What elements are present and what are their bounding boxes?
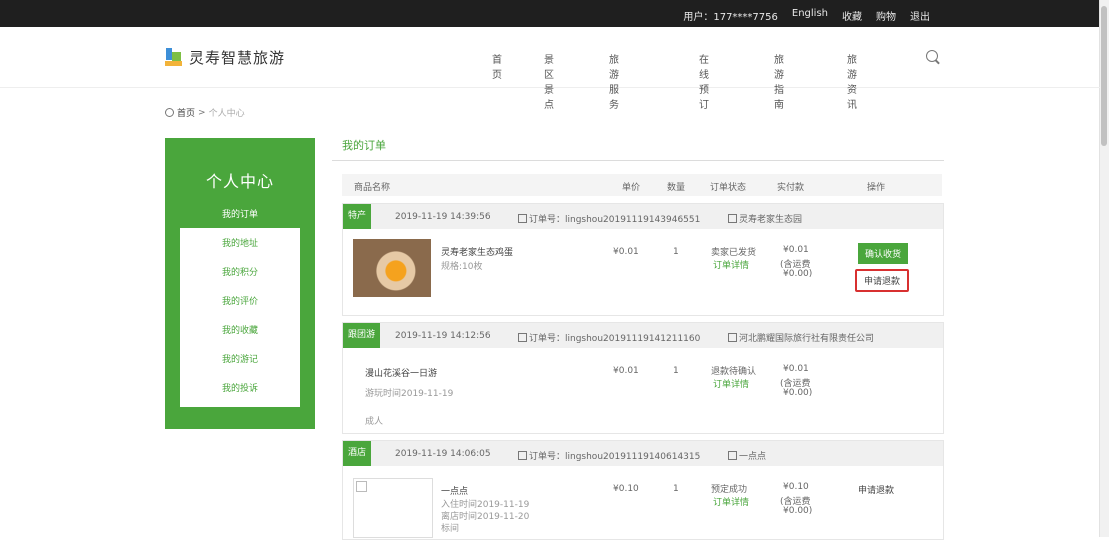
order-status: 预定成功 (711, 485, 748, 495)
order-type-badge: 特产 (343, 204, 372, 229)
order-number: 订单号：lingshou20191119140614315 (518, 449, 700, 462)
quantity: 1 (673, 484, 679, 494)
col-product: 商品名称 (354, 183, 391, 193)
logout-link[interactable]: 退出 (910, 8, 930, 23)
visit-date: 游玩时间2019-11-19 (365, 389, 454, 399)
orders-table-header: 商品名称 单价 数量 订单状态 实付款 操作 (342, 174, 942, 196)
paid-fee: ¥0.00) (783, 269, 813, 279)
order-time: 2019-11-19 14:12:56 (395, 331, 491, 341)
order-icon (518, 451, 527, 460)
search-icon[interactable] (926, 50, 938, 62)
nav-scenic[interactable]: 景区景点 (544, 51, 554, 111)
quantity: 1 (673, 366, 679, 376)
room-type: 标间 (441, 524, 460, 534)
unit-price: ¥0.01 (613, 247, 639, 257)
order-time: 2019-11-19 14:39:56 (395, 212, 491, 222)
order-card: 跟团游 2019-11-19 14:12:56 订单号：lingshou2019… (342, 322, 944, 434)
shop-icon (728, 451, 737, 460)
order-detail-link[interactable]: 订单详情 (713, 258, 749, 271)
broken-image-icon[interactable] (353, 478, 433, 538)
order-header: 跟团游 2019-11-19 14:12:56 订单号：lingshou2019… (343, 323, 943, 348)
order-shop[interactable]: 河北鹏耀国际旅行社有限责任公司 (728, 331, 874, 344)
order-number: 订单号：lingshou20191119141211160 (518, 331, 700, 344)
scrollbar-thumb[interactable] (1101, 6, 1107, 146)
nav-news[interactable]: 旅游资讯 (847, 51, 857, 111)
sidebar-item-address[interactable]: 我的地址 (180, 231, 300, 257)
shop-icon (728, 214, 737, 223)
account-link[interactable]: 用户：177****7756 (683, 8, 778, 23)
nav-home[interactable]: 首页 (492, 51, 502, 81)
order-status: 卖家已发货 (711, 248, 757, 258)
order-number: 订单号：lingshou20191119143946551 (518, 212, 700, 225)
paid-amount: ¥0.01 (783, 364, 809, 374)
paid-amount: ¥0.10 (783, 482, 809, 492)
paid-amount: ¥0.01 (783, 245, 809, 255)
logo-icon (165, 47, 183, 68)
sidebar: 个人中心 我的订单 我的地址 我的积分 我的评价 我的收藏 我的游记 我的投诉 (165, 138, 315, 429)
cart-link[interactable]: 购物 (876, 8, 896, 23)
sidebar-title: 个人中心 (205, 172, 274, 191)
order-card: 酒店 2019-11-19 14:06:05 订单号：lingshou20191… (342, 440, 944, 540)
col-status: 订单状态 (710, 183, 747, 193)
favorites-link[interactable]: 收藏 (842, 8, 862, 23)
nav-booking[interactable]: 在线预订 (699, 51, 709, 111)
site-header: 灵寿智慧旅游 首页 景区景点 旅游服务 在线预订 旅游指南 旅游资讯 (0, 27, 1100, 111)
paid-fee: ¥0.00) (783, 388, 813, 398)
product-image[interactable] (353, 239, 431, 297)
col-qty: 数量 (667, 183, 686, 193)
quantity: 1 (673, 247, 679, 257)
order-shop[interactable]: 一点点 (728, 449, 766, 462)
order-status: 退款待确认 (711, 367, 757, 377)
home-icon (165, 108, 174, 117)
confirm-receipt-button[interactable]: 确认收货 (858, 243, 909, 264)
sidebar-item-reviews[interactable]: 我的评价 (180, 289, 300, 315)
product-name[interactable]: 漫山花溪谷一日游 (365, 366, 437, 379)
unit-price: ¥0.01 (613, 366, 639, 376)
col-price: 单价 (622, 183, 641, 193)
top-links: 用户：177****7756 English 收藏 购物 退出 (683, 8, 930, 23)
product-spec: 规格:10枚 (441, 262, 483, 272)
language-link[interactable]: English (792, 8, 828, 23)
product-name[interactable]: 一点点 (441, 484, 468, 497)
logo-text: 灵寿智慧旅游 (189, 49, 286, 67)
product-name[interactable]: 灵寿老家生态鸡蛋 (441, 245, 513, 258)
order-detail-link[interactable]: 订单详情 (713, 495, 749, 508)
order-time: 2019-11-19 14:06:05 (395, 449, 491, 459)
order-header: 特产 2019-11-19 14:39:56 订单号：lingshou20191… (343, 204, 943, 229)
unit-price: ¥0.10 (613, 484, 639, 494)
page-title: 我的订单 (332, 132, 944, 161)
order-icon (518, 333, 527, 342)
sidebar-item-orders[interactable]: 我的订单 (180, 203, 300, 228)
order-shop[interactable]: 灵寿老家生态园 (728, 212, 802, 225)
order-card: 特产 2019-11-19 14:39:56 订单号：lingshou20191… (342, 203, 944, 316)
sidebar-item-favorites[interactable]: 我的收藏 (180, 318, 300, 344)
breadcrumb-sep: > (198, 107, 206, 118)
refund-button[interactable]: 申请退款 (858, 483, 894, 496)
breadcrumb-current: 个人中心 (208, 109, 245, 119)
breadcrumb: 首页 > 个人中心 (165, 106, 245, 119)
sidebar-menu: 我的订单 我的地址 我的积分 我的评价 我的收藏 我的游记 我的投诉 (180, 203, 300, 407)
order-detail-link[interactable]: 订单详情 (713, 377, 749, 390)
sidebar-item-complaints[interactable]: 我的投诉 (180, 376, 300, 402)
top-bar: 用户：177****7756 English 收藏 购物 退出 (0, 0, 1100, 27)
sidebar-item-points[interactable]: 我的积分 (180, 260, 300, 286)
ticket-type: 成人 (365, 417, 384, 427)
order-header: 酒店 2019-11-19 14:06:05 订单号：lingshou20191… (343, 441, 943, 466)
order-type-badge: 跟团游 (343, 323, 381, 348)
sidebar-item-travelogues[interactable]: 我的游记 (180, 347, 300, 373)
order-type-badge: 酒店 (343, 441, 372, 466)
nav-guide[interactable]: 旅游指南 (774, 51, 784, 111)
paid-fee: ¥0.00) (783, 506, 813, 516)
col-action: 操作 (867, 183, 886, 193)
scrollbar[interactable] (1099, 0, 1109, 537)
col-paid: 实付款 (777, 183, 805, 193)
nav-services[interactable]: 旅游服务 (609, 51, 619, 111)
order-icon (518, 214, 527, 223)
breadcrumb-home[interactable]: 首页 (177, 106, 195, 119)
shop-icon (728, 333, 737, 342)
refund-button[interactable]: 申请退款 (855, 269, 910, 292)
orders-panel: 我的订单 商品名称 单价 数量 订单状态 实付款 操作 特产 2019-11-1… (332, 132, 944, 540)
site-logo[interactable]: 灵寿智慧旅游 (165, 47, 285, 68)
